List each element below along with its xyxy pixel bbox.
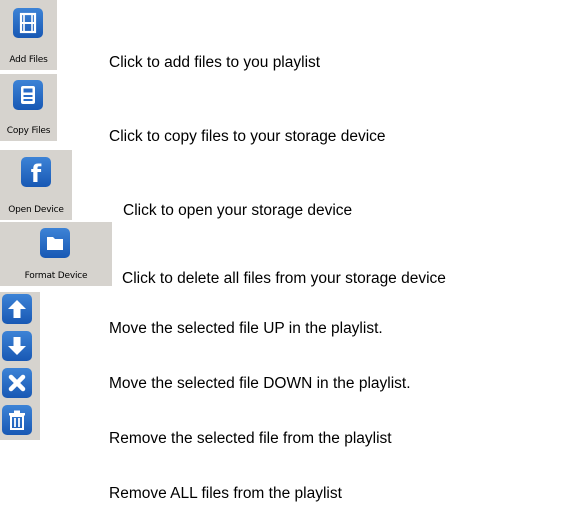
trash-icon — [2, 405, 32, 435]
film-icon — [13, 8, 43, 38]
format-device-button[interactable]: Format Device — [0, 222, 112, 286]
remove-all-button[interactable] — [0, 403, 40, 440]
remove-selected-description: Remove the selected file from the playli… — [109, 430, 392, 447]
add-files-description: Click to add files to you playlist — [109, 54, 321, 71]
format-device-description: Click to delete all files from your stor… — [122, 270, 446, 287]
folder-icon — [40, 228, 70, 258]
remove-all-description: Remove ALL files from the playlist — [109, 485, 342, 502]
facebook-f-icon: f — [21, 157, 51, 187]
open-device-button[interactable]: f Open Device — [0, 150, 72, 220]
copy-files-label: Copy Files — [6, 126, 51, 136]
copy-files-button[interactable]: Copy Files — [0, 74, 57, 141]
save-icon — [13, 80, 43, 110]
remove-selected-button[interactable] — [0, 366, 40, 403]
add-files-label: Add Files — [9, 55, 48, 65]
move-down-button[interactable] — [0, 329, 40, 366]
close-x-icon — [2, 368, 32, 398]
open-device-label: Open Device — [8, 205, 64, 215]
format-device-label: Format Device — [24, 271, 88, 281]
copy-files-description: Click to copy files to your storage devi… — [109, 128, 386, 145]
arrow-up-icon — [2, 294, 32, 324]
move-up-button[interactable] — [0, 292, 40, 329]
arrow-down-icon — [2, 331, 32, 361]
move-down-description: Move the selected file DOWN in the playl… — [109, 375, 411, 392]
open-device-description: Click to open your storage device — [123, 202, 353, 219]
svg-text:f: f — [31, 160, 42, 187]
add-files-button[interactable]: Add Files — [0, 0, 57, 70]
move-up-description: Move the selected file UP in the playlis… — [109, 320, 383, 337]
